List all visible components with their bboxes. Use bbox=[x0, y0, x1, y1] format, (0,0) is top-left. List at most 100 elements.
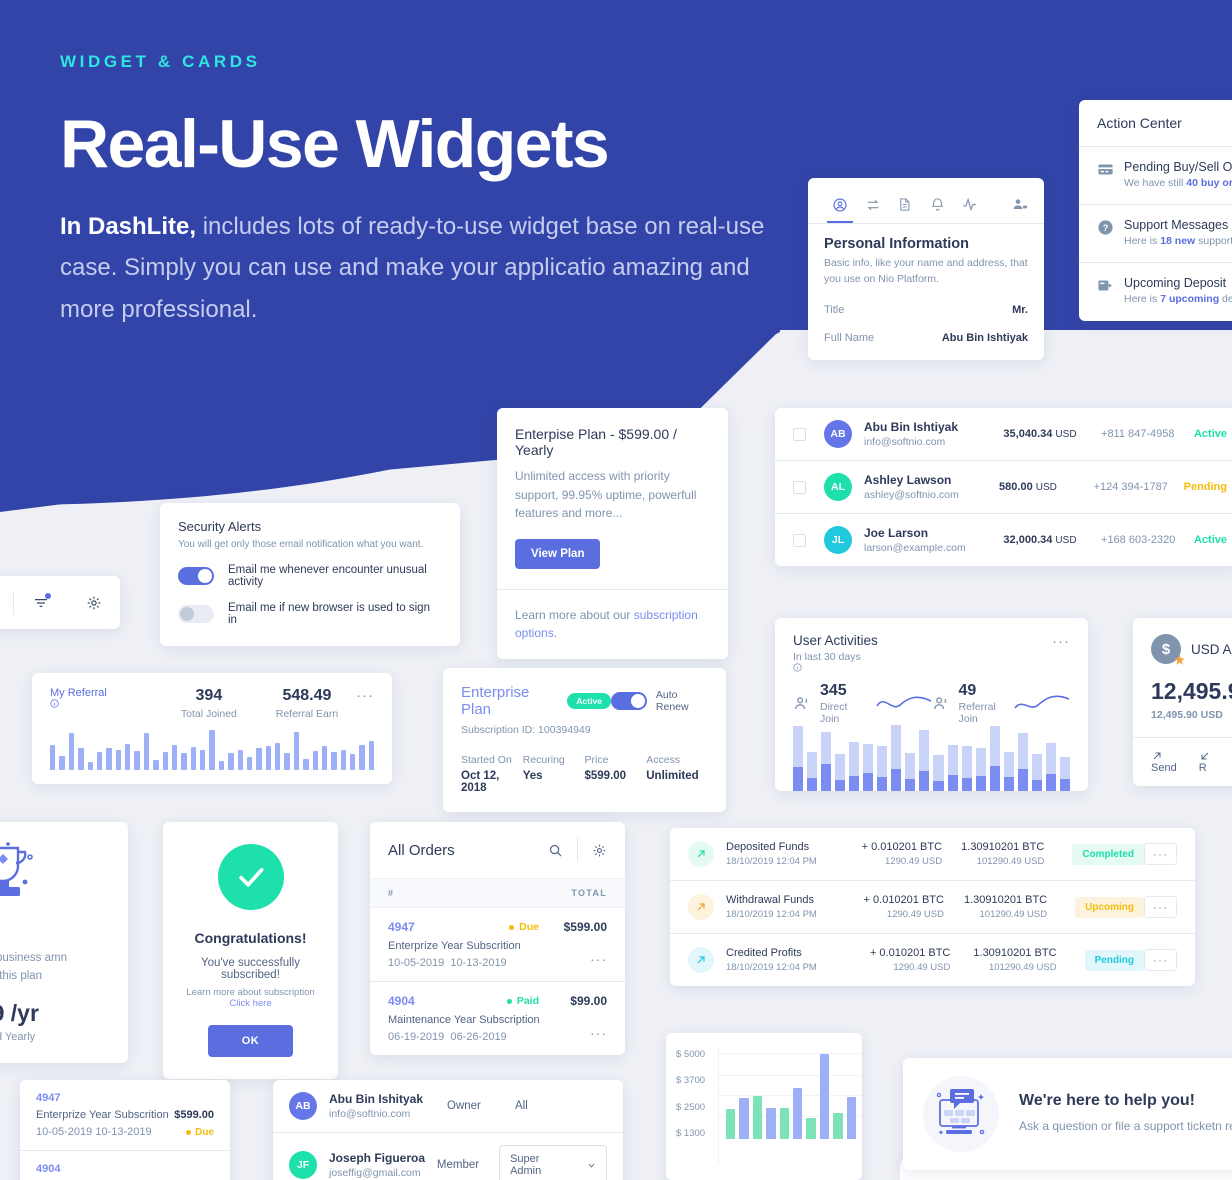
gear-icon[interactable] bbox=[67, 595, 120, 611]
table-row[interactable]: AB Abu Bin Ishityak info@softnio.com Own… bbox=[273, 1080, 623, 1132]
toggle-unusual-activity[interactable] bbox=[178, 567, 214, 585]
click-here-link[interactable]: Click here bbox=[229, 998, 271, 1009]
order-total: $99.00 bbox=[570, 994, 607, 1008]
user-activities-titles: User Activities In last 30 days bbox=[793, 633, 878, 672]
gear-icon[interactable] bbox=[592, 843, 607, 858]
sparkline-direct bbox=[875, 692, 932, 716]
info-row-fullname: Full Name Abu Bin Ishtiyak bbox=[824, 332, 1028, 344]
credit-card-icon bbox=[1097, 161, 1114, 191]
balance-amount: 32,000.34 bbox=[1003, 534, 1053, 546]
search-icon[interactable] bbox=[548, 843, 563, 858]
table-row[interactable]: AL Ashley Lawson ashley@softnio.com 580.… bbox=[775, 461, 1232, 513]
tab-document[interactable] bbox=[889, 191, 921, 222]
info-key: Full Name bbox=[824, 331, 875, 344]
stat-label: Total Joined bbox=[180, 708, 237, 720]
referral-bar bbox=[359, 745, 365, 770]
stat-value: 548.49 bbox=[282, 687, 332, 704]
referral-bar bbox=[125, 744, 131, 770]
tab-exchange[interactable] bbox=[856, 191, 888, 223]
chart-y-axis: $ 5000 $ 3700 $ 2500 $ 1300 bbox=[666, 1047, 718, 1165]
tab-add-user[interactable] bbox=[986, 191, 1028, 223]
view-plan-button[interactable]: View Plan bbox=[515, 538, 601, 569]
user-activities-card: User Activities In last 30 days ··· 345 … bbox=[775, 618, 1088, 791]
table-row[interactable]: JF Joseph Figueroa joseffig@gmail.com Me… bbox=[273, 1133, 623, 1180]
tab-activity[interactable] bbox=[954, 190, 986, 223]
chart-bar bbox=[806, 1117, 816, 1139]
filter-icon[interactable] bbox=[14, 592, 67, 611]
question-icon: ? bbox=[1097, 219, 1114, 249]
referral-bar bbox=[331, 751, 337, 770]
order-row-top: 4947 Due $599.00 bbox=[388, 920, 607, 934]
axis-tick-label: $ 5000 bbox=[676, 1049, 706, 1060]
plan-detail-recurring: Recuring Yes bbox=[523, 754, 585, 794]
more-options-button[interactable]: ··· bbox=[590, 1025, 607, 1041]
desc-line-2: select this plan bbox=[0, 970, 43, 983]
more-options-button[interactable]: ··· bbox=[1144, 896, 1178, 918]
user-phone: +168 603-2320 bbox=[1101, 534, 1176, 546]
more-options-button[interactable]: ··· bbox=[1052, 633, 1070, 672]
more-options-button[interactable]: ··· bbox=[1144, 949, 1178, 971]
row-checkbox[interactable] bbox=[793, 427, 806, 441]
column-header-hash: # bbox=[388, 888, 395, 898]
all-orders-title: All Orders bbox=[388, 841, 455, 859]
sub-id-label: Subscription ID: bbox=[461, 724, 536, 736]
action-item-upcoming-deposit[interactable]: Upcoming Deposit Here is 7 upcoming depo… bbox=[1079, 263, 1232, 320]
plan-detail-started: Started On Oct 12, 2018 bbox=[461, 754, 523, 794]
table-row[interactable]: Credited Profits 18/10/2019 12:04 PM + 0… bbox=[670, 934, 1195, 986]
row-checkbox[interactable] bbox=[793, 480, 806, 494]
more-options-button[interactable]: ··· bbox=[1144, 843, 1177, 865]
toggle-new-browser[interactable] bbox=[178, 605, 214, 623]
search-icon[interactable] bbox=[0, 595, 13, 611]
user-email: info@softnio.com bbox=[864, 436, 946, 448]
table-row[interactable]: Deposited Funds 18/10/2019 12:04 PM + 0.… bbox=[670, 828, 1195, 880]
user-email: ashley@softnio.com bbox=[864, 489, 959, 501]
hero-text-block: WIDGET & CARDS Real-Use Widgets In DashL… bbox=[60, 52, 800, 330]
action-item-support-messages[interactable]: ? Support Messages Here is 18 new suppor… bbox=[1079, 205, 1232, 262]
users-icon bbox=[793, 694, 812, 713]
more-options-button[interactable]: ··· bbox=[356, 687, 374, 704]
subscription-id: Subscription ID: 100394949 bbox=[461, 724, 708, 736]
personal-info-body: Personal Information Basic info, like yo… bbox=[808, 224, 1044, 360]
row-checkbox[interactable] bbox=[793, 533, 806, 547]
widget-showcase-page: WIDGET & CARDS Real-Use Widgets In DashL… bbox=[0, 0, 1232, 1180]
order-id: 4904 bbox=[36, 1163, 61, 1175]
activity-bar bbox=[975, 748, 986, 791]
chevron-down-icon bbox=[587, 1161, 596, 1170]
referral-bar bbox=[153, 760, 159, 770]
plan-title: Enterprise Plan bbox=[461, 684, 530, 718]
stat-referral-join: 49 Referral Join bbox=[932, 682, 1071, 725]
tab-notifications[interactable] bbox=[921, 191, 953, 222]
column-header-total: TOTAL bbox=[571, 888, 607, 898]
ok-button[interactable]: OK bbox=[207, 1025, 294, 1057]
security-alerts-desc: You will get only those email notificati… bbox=[178, 539, 424, 550]
table-row[interactable]: JL Joe Larson larson@example.com 32,000.… bbox=[775, 514, 1232, 566]
table-row[interactable]: Withdrawal Funds 18/10/2019 12:04 PM + 0… bbox=[670, 881, 1195, 933]
table-row[interactable]: AB Abu Bin Ishtiyak info@softnio.com 35,… bbox=[775, 408, 1232, 460]
status-text: Due bbox=[195, 1126, 214, 1138]
order-line: Enterprize Year Subscrition $599.00 bbox=[36, 1109, 214, 1121]
send-action[interactable]: Send bbox=[1151, 750, 1177, 774]
transaction-date: 18/10/2019 12:04 PM bbox=[726, 962, 817, 973]
referral-bar bbox=[190, 746, 196, 770]
action-item-pending-orders[interactable]: Pending Buy/Sell Orders We have still 40… bbox=[1079, 147, 1232, 204]
subtitle-text: In last 30 days bbox=[793, 651, 861, 663]
order-dates: 06-19-2019 06-26-2019 bbox=[388, 1031, 607, 1043]
table-row[interactable]: 4904 Paid $99.00 Maintenance Year Subscr… bbox=[370, 982, 625, 1055]
table-row[interactable]: 4947 Due $599.00 Enterprize Year Subscri… bbox=[370, 908, 625, 981]
axis-tick-label: $ 3700 bbox=[676, 1075, 706, 1087]
receive-action[interactable]: R bbox=[1199, 750, 1211, 774]
action-item-desc: Here is 18 new support m bbox=[1124, 234, 1232, 249]
info-icon[interactable] bbox=[50, 699, 160, 708]
user-phone: +811 847-4958 bbox=[1101, 428, 1175, 440]
tab-user[interactable] bbox=[824, 191, 856, 223]
info-icon[interactable] bbox=[793, 663, 878, 672]
support-help-title: We're here to help you! bbox=[1019, 1091, 1195, 1109]
list-item[interactable]: 4947 Enterprize Year Subscrition $599.00… bbox=[20, 1080, 230, 1150]
more-options-button[interactable]: ··· bbox=[590, 951, 607, 967]
plan-promo-title: Enterpise Plan - $599.00 / Yearly bbox=[515, 426, 677, 458]
list-item[interactable]: 4904 Maintenance Year Subscription $99.0… bbox=[20, 1151, 230, 1180]
auto-renew-toggle[interactable] bbox=[610, 692, 647, 710]
action-item-text: Pending Buy/Sell Orders We have still 40… bbox=[1124, 160, 1232, 191]
member-scope: All bbox=[515, 1100, 528, 1112]
role-select[interactable]: Super Admin bbox=[499, 1145, 607, 1180]
